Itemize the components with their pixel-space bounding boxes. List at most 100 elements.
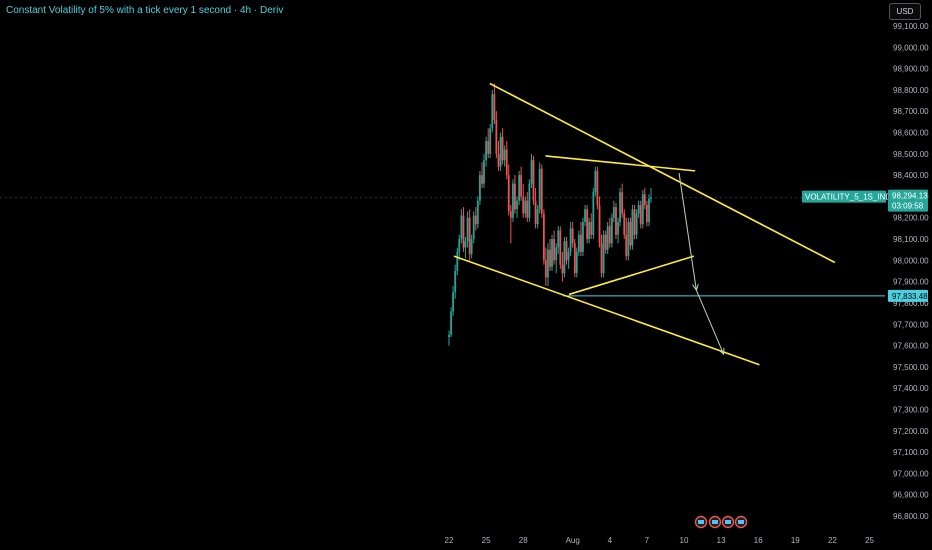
candle-body	[590, 222, 593, 235]
trendline[interactable]	[568, 255, 695, 296]
y-tick-label: 96,800.00	[893, 512, 929, 521]
y-tick-label: 97,500.00	[893, 363, 929, 372]
candle-body	[633, 209, 636, 235]
candle-body	[606, 226, 609, 250]
candle-body	[635, 213, 638, 235]
y-tick-label: 96,900.00	[893, 491, 929, 500]
x-tick-label: 22	[828, 536, 837, 545]
candle-body	[526, 200, 529, 218]
candle-body	[522, 196, 525, 214]
candle-body	[575, 251, 578, 274]
trendline[interactable]	[545, 155, 696, 172]
candle-body	[567, 251, 570, 261]
candle-body	[448, 334, 450, 338]
y-tick-label: 98,000.00	[893, 256, 929, 265]
candle-body	[627, 222, 630, 257]
candle-body	[571, 228, 574, 244]
y-tick-label: 97,000.00	[893, 469, 929, 478]
y-tick-label: 98,200.00	[893, 214, 929, 223]
candle-body	[619, 192, 621, 222]
y-tick-label: 98,900.00	[893, 65, 929, 74]
candle-body	[592, 192, 595, 235]
y-tick-label: 97,100.00	[893, 448, 929, 457]
event-flag-icon	[698, 520, 704, 524]
x-tick-label: 19	[791, 536, 800, 545]
candle-body	[460, 215, 463, 240]
candle-body	[639, 204, 642, 225]
x-tick-label: 7	[645, 536, 650, 545]
candle-body	[549, 249, 551, 267]
candle-body	[520, 175, 523, 197]
candle-body	[573, 243, 576, 274]
candle-body	[464, 241, 467, 248]
candle-body	[561, 264, 564, 274]
candle-body	[553, 239, 556, 261]
candle-body	[499, 136, 502, 167]
candle-body	[538, 168, 541, 210]
x-tick-label: 10	[680, 536, 689, 545]
candle-body	[612, 207, 615, 218]
candle-body	[493, 94, 496, 120]
candle-body	[474, 215, 477, 225]
candle-body	[559, 230, 562, 265]
current-price-value: 98,294.13	[892, 192, 928, 201]
x-tick-label: 16	[754, 536, 763, 545]
candle-body	[598, 204, 601, 244]
candle-body	[483, 160, 485, 184]
candle-body	[637, 204, 640, 214]
candle-body	[608, 226, 611, 244]
candle-body	[563, 241, 566, 274]
candle-body	[470, 239, 473, 254]
candle-body	[514, 183, 516, 210]
candle-body	[615, 207, 617, 235]
candle-body	[565, 241, 568, 261]
event-flag-icon	[738, 520, 744, 524]
x-tick-label: 25	[865, 536, 874, 545]
candle-body	[509, 211, 512, 218]
x-tick-label: Aug	[566, 536, 580, 545]
candle-body	[532, 160, 535, 201]
candle-body	[643, 194, 646, 205]
candle-body	[524, 200, 527, 214]
x-tick-label: 13	[717, 536, 726, 545]
candle-body	[452, 292, 454, 312]
candle-body	[485, 141, 488, 161]
countdown-timer: 03:09:58	[892, 202, 924, 211]
trendline[interactable]	[453, 255, 760, 366]
candle-body	[462, 215, 465, 248]
candle-body	[648, 198, 650, 222]
candle-body	[557, 230, 560, 248]
candle-body	[586, 209, 589, 240]
candle-body	[623, 213, 626, 235]
candle-body	[450, 311, 453, 335]
candle-body	[530, 160, 533, 184]
candle-body	[536, 209, 539, 225]
candle-body	[466, 217, 469, 242]
candle-body	[555, 247, 558, 261]
candle-body	[497, 153, 500, 167]
candle-body	[512, 183, 514, 218]
x-tick-label: 22	[445, 536, 454, 545]
level-price-value: 97,833.48	[892, 292, 928, 301]
candle-body	[588, 222, 591, 240]
y-tick-label: 98,700.00	[893, 107, 929, 116]
y-tick-label: 99,000.00	[893, 43, 929, 52]
candle-body	[454, 271, 457, 293]
y-tick-label: 98,100.00	[893, 235, 929, 244]
candle-body	[542, 213, 545, 261]
price-chart[interactable]: 99,100.00 99,000.00 98,900.00 98,800.00 98,7…	[0, 0, 932, 550]
event-flag-icon	[725, 520, 731, 524]
candle-body	[501, 136, 504, 161]
candle-body	[481, 175, 483, 184]
y-tick-label: 97,400.00	[893, 384, 929, 393]
candle-body	[516, 200, 518, 210]
y-tick-label: 97,900.00	[893, 278, 929, 287]
candle-body	[610, 217, 613, 244]
candle-body	[468, 217, 471, 254]
candle-body	[600, 243, 603, 274]
candle-body	[472, 215, 475, 240]
candle-body	[489, 128, 492, 154]
x-tick-label: 25	[482, 536, 491, 545]
candle-body	[594, 170, 597, 193]
projection-arrow[interactable]	[678, 172, 696, 290]
